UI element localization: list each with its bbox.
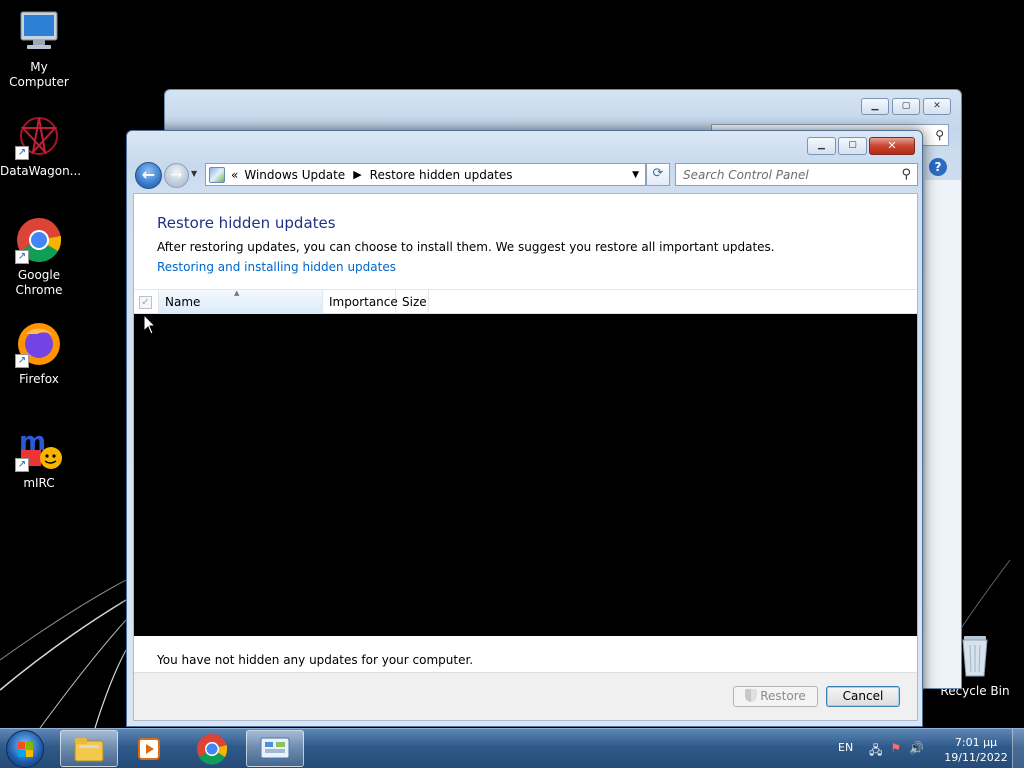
desktop-icon-mirc[interactable]: m ↗ mIRC	[0, 424, 78, 491]
taskbar-chrome[interactable]	[183, 730, 241, 767]
page-description: After restoring updates, you can choose …	[157, 240, 775, 254]
recent-pages-dropdown[interactable]: ▼	[191, 169, 197, 178]
datawagon-icon: ↗	[15, 112, 63, 160]
close-button[interactable]: ✕	[869, 137, 915, 155]
folder-icon	[74, 737, 104, 761]
firefox-icon: ↗	[15, 320, 63, 368]
clock[interactable]: 7:01 μμ 19/11/2022	[940, 735, 1012, 765]
system-tray: 🖧 ⚑ 🔊	[869, 741, 924, 762]
desktop-icon-datawagon[interactable]: ↗ DataWagon...	[0, 112, 82, 179]
taskbar-explorer[interactable]	[60, 730, 118, 767]
column-header-importance[interactable]: Importance	[323, 290, 398, 314]
minimize-button[interactable]: ▁	[861, 98, 889, 115]
mouse-cursor-icon	[143, 314, 157, 335]
show-desktop-button[interactable]	[1012, 729, 1024, 768]
desktop-icon-my-computer[interactable]: My Computer	[0, 8, 78, 90]
background-window-caption-buttons: ▁ ▢ ✕	[861, 98, 951, 115]
breadcrumb-arrow-icon[interactable]: ▶	[353, 168, 361, 181]
column-header-name[interactable]: ▲ Name	[159, 289, 323, 314]
background-window-content	[925, 180, 961, 688]
refresh-button[interactable]: ⟳	[646, 163, 670, 186]
shortcut-arrow-icon: ↗	[15, 354, 29, 368]
navigation-bar: ← → ▼ « Windows Update ▶ Restore hidden …	[135, 162, 919, 190]
column-header-label: Size	[402, 295, 427, 309]
language-indicator[interactable]: EN	[838, 741, 853, 754]
volume-icon[interactable]: 🔊	[909, 741, 924, 762]
help-icon[interactable]: ?	[929, 158, 947, 176]
network-icon[interactable]: 🖧	[869, 741, 882, 762]
search-icon[interactable]: ⚲	[901, 167, 911, 182]
desktop-icon-label: Google Chrome	[15, 268, 63, 297]
media-player-icon	[138, 737, 160, 760]
clock-date: 19/11/2022	[944, 751, 1008, 764]
select-all-column[interactable]: ✓	[134, 290, 159, 314]
column-header-label: Name	[165, 295, 201, 309]
desktop-icon-label: Firefox	[19, 372, 59, 386]
desktop-icon-label: My Computer	[9, 60, 69, 89]
breadcrumb-windows-update[interactable]: Windows Update	[244, 168, 345, 182]
sort-ascending-icon: ▲	[234, 289, 240, 297]
desktop-icon-label: mIRC	[23, 476, 55, 490]
restore-hidden-updates-window[interactable]: ▁ ▢ ✕ ← → ▼ « Windows Update ▶ Restore h…	[126, 130, 923, 727]
updates-list[interactable]	[134, 314, 917, 636]
dialog-footer: Restore Cancel	[134, 672, 917, 720]
desktop-icon-google-chrome[interactable]: ↗ Google Chrome	[0, 216, 78, 298]
mirc-icon: m ↗	[15, 424, 63, 472]
status-message: You have not hidden any updates for your…	[157, 653, 474, 667]
windows-logo-icon	[18, 742, 33, 757]
start-button[interactable]	[6, 730, 44, 768]
control-panel-icon	[209, 166, 225, 183]
restore-button[interactable]: Restore	[733, 686, 818, 707]
shortcut-arrow-icon: ↗	[15, 250, 29, 264]
restore-button-label: Restore	[760, 689, 806, 703]
help-link[interactable]: Restoring and installing hidden updates	[157, 260, 396, 274]
maximize-button[interactable]: ▢	[838, 137, 867, 155]
breadcrumb-restore-hidden-updates[interactable]: Restore hidden updates	[370, 168, 513, 182]
cancel-button[interactable]: Cancel	[826, 686, 900, 707]
chrome-icon	[197, 733, 228, 765]
shortcut-arrow-icon: ↗	[15, 146, 29, 160]
close-button[interactable]: ✕	[923, 98, 951, 115]
select-all-checkbox[interactable]: ✓	[139, 296, 152, 309]
search-box[interactable]: Search Control Panel ⚲	[675, 163, 918, 186]
control-panel-icon	[260, 737, 290, 761]
column-header-size[interactable]: Size	[396, 290, 429, 314]
cancel-button-label: Cancel	[842, 689, 884, 703]
page-title: Restore hidden updates	[157, 214, 336, 232]
computer-icon	[15, 8, 63, 56]
shortcut-arrow-icon: ↗	[15, 458, 29, 472]
shield-icon	[745, 689, 758, 702]
search-placeholder: Search Control Panel	[683, 167, 809, 182]
maximize-button[interactable]: ▢	[892, 98, 920, 115]
address-bar[interactable]: « Windows Update ▶ Restore hidden update…	[205, 163, 646, 186]
main-content: Restore hidden updates After restoring u…	[133, 193, 918, 721]
taskbar-control-panel[interactable]	[246, 730, 304, 767]
column-header-label: Importance	[329, 295, 398, 309]
chrome-icon: ↗	[15, 216, 63, 264]
address-dropdown-icon[interactable]: ▼	[632, 170, 639, 180]
back-button[interactable]: ←	[135, 162, 162, 189]
taskbar-media-player[interactable]	[120, 730, 178, 767]
minimize-button[interactable]: ▁	[807, 137, 836, 155]
forward-button[interactable]: →	[164, 163, 189, 188]
window-caption-buttons: ▁ ▢ ✕	[807, 137, 915, 155]
address-root-chevron[interactable]: «	[231, 168, 238, 182]
taskbar: EN 🖧 ⚑ 🔊 7:01 μμ 19/11/2022	[0, 728, 1024, 768]
desktop-icon-label: DataWagon...	[0, 164, 82, 178]
action-center-icon[interactable]: ⚑	[890, 741, 901, 762]
desktop-icon-firefox[interactable]: ↗ Firefox	[0, 320, 78, 387]
updates-list-header: ✓ ▲ Name Importance Size	[134, 289, 917, 314]
clock-time: 7:01 μμ	[954, 736, 998, 749]
